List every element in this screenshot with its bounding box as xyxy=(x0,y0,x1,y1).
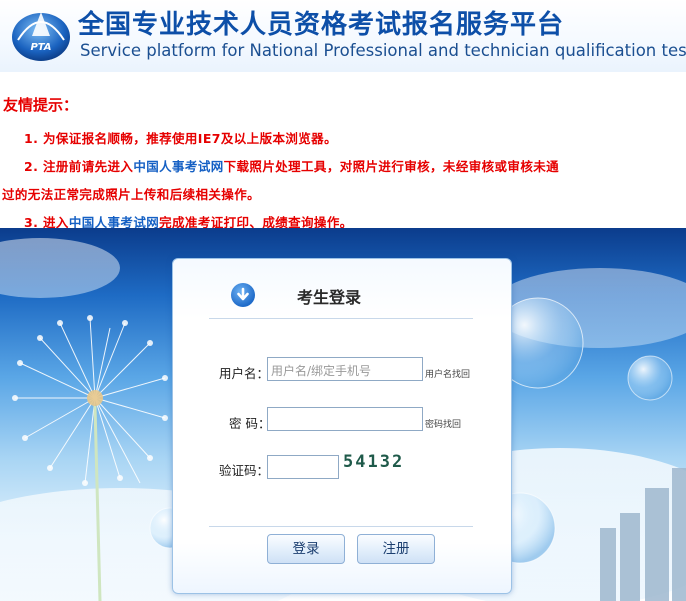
notice-tip-1: 1. 为保证报名顺畅，推荐使用IE7及以上版本浏览器。 xyxy=(24,131,337,146)
arrow-down-circle-icon xyxy=(231,283,255,307)
username-label: 用户名： xyxy=(219,366,270,381)
notice-tip-2-text-a: 2. 注册前请先进入 xyxy=(24,159,134,174)
password-input[interactable] xyxy=(267,407,423,431)
login-title: 考生登录 xyxy=(297,288,362,307)
site-title-en: Service platform for National Profession… xyxy=(80,41,686,60)
username-recover-link[interactable]: 用户名找回 xyxy=(425,367,470,380)
captcha-input[interactable] xyxy=(267,455,339,479)
pta-logo-icon: PTA xyxy=(12,12,70,61)
captcha-image[interactable]: 54132 xyxy=(343,452,417,474)
captcha-text: 54132 xyxy=(343,452,405,472)
notice-tip-2: 2. 注册前请先进入中国人事考试网下载照片处理工具，对照片进行审核，未经审核或审… xyxy=(24,156,559,175)
svg-text:PTA: PTA xyxy=(30,42,51,53)
divider-bottom xyxy=(209,526,473,527)
notice-title: 友情提示： xyxy=(3,96,79,114)
notice-tip-2-cont: 过的无法正常完成照片上传和后续相关操作。 xyxy=(2,187,261,202)
password-label: 密 码： xyxy=(229,416,271,431)
notice-tip-2-text-b: 下载照片处理工具，对照片进行审核，未经审核或审核未通 xyxy=(223,159,560,174)
captcha-label: 验证码： xyxy=(219,463,270,478)
divider-top xyxy=(209,318,473,319)
cpta-link-1[interactable]: 中国人事考试网 xyxy=(133,159,223,174)
header: PTA 全国专业技术人员资格考试报名服务平台 Service platform … xyxy=(0,0,686,72)
login-button[interactable]: 登录 xyxy=(267,534,345,564)
login-panel: 考生登录 用户名： 用户名/绑定手机号 用户名找回 密 码： 密码找回 验证码：… xyxy=(172,258,512,594)
username-input[interactable]: 用户名/绑定手机号 xyxy=(267,357,423,381)
password-recover-link[interactable]: 密码找回 xyxy=(425,417,461,430)
site-title-cn: 全国专业技术人员资格考试报名服务平台 xyxy=(78,10,565,40)
register-button[interactable]: 注册 xyxy=(357,534,435,564)
